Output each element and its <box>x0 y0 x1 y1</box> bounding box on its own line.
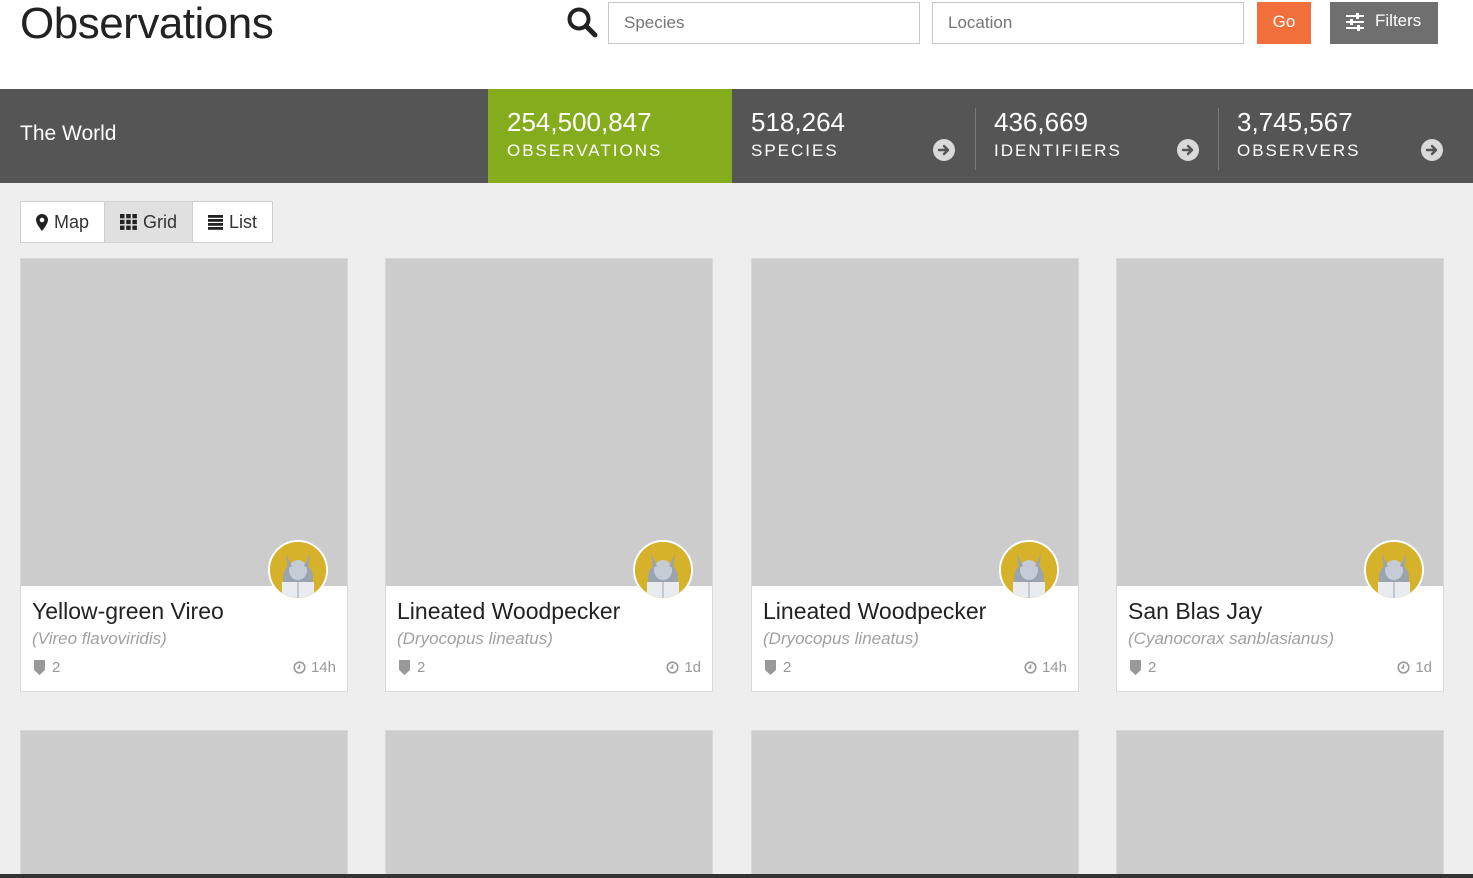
time-ago-value: 14h <box>1041 659 1067 676</box>
clock-icon <box>1024 661 1037 674</box>
avatar-image-icon <box>1366 542 1422 598</box>
stat-label: OBSERVERS <box>1237 141 1361 160</box>
common-name[interactable]: San Blas Jay <box>1128 598 1262 625</box>
observation-card[interactable] <box>1116 730 1444 878</box>
id-count-value: 2 <box>417 659 426 676</box>
stat-label: SPECIES <box>751 141 839 160</box>
clock-icon <box>293 661 306 674</box>
stat-observations[interactable]: 254,500,847 OBSERVATIONS <box>488 89 732 183</box>
clock-icon <box>666 661 679 674</box>
id-count-value: 2 <box>52 659 61 676</box>
common-name[interactable]: Lineated Woodpecker <box>397 598 620 625</box>
observer-avatar[interactable] <box>268 540 328 600</box>
observer-avatar[interactable] <box>633 540 693 600</box>
time-ago: 1d <box>666 659 701 676</box>
observer-avatar[interactable] <box>1364 540 1424 600</box>
window-bottom-edge <box>0 874 1473 878</box>
list-view-label: List <box>229 211 258 232</box>
grid-icon <box>120 214 137 230</box>
stat-value: 3,745,567 <box>1237 107 1353 137</box>
observation-photo[interactable] <box>752 731 1078 877</box>
identification-count: 2 <box>399 659 425 676</box>
stat-value: 254,500,847 <box>507 107 652 137</box>
observation-photo[interactable] <box>386 259 712 586</box>
filters-label: Filters <box>1375 11 1422 30</box>
avatar-image-icon <box>635 542 691 598</box>
map-view-label: Map <box>54 211 90 232</box>
arrow-right-icon[interactable] <box>933 139 955 161</box>
time-ago-value: 14h <box>310 659 336 676</box>
observation-photo[interactable] <box>752 259 1078 586</box>
scientific-name: (Dryocopus lineatus) <box>763 629 919 648</box>
sliders-icon <box>1346 13 1364 31</box>
tag-icon <box>765 660 776 675</box>
tag-icon <box>399 660 410 675</box>
observation-photo[interactable] <box>21 259 347 586</box>
map-marker-icon <box>36 213 48 231</box>
stat-value: 436,669 <box>994 107 1088 137</box>
list-view-button[interactable]: List <box>193 202 272 242</box>
search-icon[interactable] <box>566 6 598 38</box>
list-icon <box>208 214 224 230</box>
id-count-value: 2 <box>1148 659 1157 676</box>
clock-icon <box>1397 661 1410 674</box>
scientific-name: (Vireo flavoviridis) <box>32 629 167 648</box>
observation-card[interactable]: Lineated Woodpecker (Dryocopus lineatus)… <box>751 258 1079 692</box>
stat-label: IDENTIFIERS <box>994 141 1122 160</box>
stat-value: 518,264 <box>751 107 845 137</box>
avatar-image-icon <box>270 542 326 598</box>
species-input[interactable] <box>608 2 920 44</box>
stat-divider <box>1218 108 1219 170</box>
common-name[interactable]: Yellow-green Vireo <box>32 598 224 625</box>
stat-identifiers[interactable]: 436,669 IDENTIFIERS <box>975 89 1219 183</box>
view-toggle: Map Grid List <box>20 201 274 243</box>
observation-photo[interactable] <box>21 731 347 877</box>
identification-count: 2 <box>34 659 60 676</box>
observation-card[interactable] <box>751 730 1079 878</box>
place-name: The World <box>20 122 117 145</box>
observer-avatar[interactable] <box>999 540 1059 600</box>
arrow-right-icon[interactable] <box>1177 139 1199 161</box>
location-input[interactable] <box>932 2 1244 44</box>
time-ago: 14h <box>1024 659 1067 676</box>
map-view-button[interactable]: Map <box>21 202 106 242</box>
common-name[interactable]: Lineated Woodpecker <box>763 598 986 625</box>
page-header: Observations Go Filters <box>0 0 1473 89</box>
stat-observers[interactable]: 3,745,567 OBSERVERS <box>1218 89 1473 183</box>
grid-view-label: Grid <box>143 211 178 232</box>
arrow-right-icon[interactable] <box>1421 139 1443 161</box>
scientific-name: (Dryocopus lineatus) <box>397 629 553 648</box>
go-button[interactable]: Go <box>1257 2 1311 44</box>
id-count-value: 2 <box>783 659 792 676</box>
stat-divider <box>975 108 976 170</box>
avatar-image-icon <box>1001 542 1057 598</box>
observation-photo[interactable] <box>1117 259 1443 586</box>
observation-photo[interactable] <box>386 731 712 877</box>
stat-label: OBSERVATIONS <box>507 141 663 160</box>
stat-species[interactable]: 518,264 SPECIES <box>732 89 976 183</box>
identification-count: 2 <box>1130 659 1156 676</box>
observation-card[interactable] <box>20 730 348 878</box>
observation-card[interactable]: Yellow-green Vireo (Vireo flavoviridis) … <box>20 258 348 692</box>
time-ago: 14h <box>293 659 336 676</box>
time-ago: 1d <box>1397 659 1432 676</box>
observation-photo[interactable] <box>1117 731 1443 877</box>
filters-button[interactable]: Filters <box>1330 2 1438 44</box>
tag-icon <box>34 660 45 675</box>
identification-count: 2 <box>765 659 791 676</box>
time-ago-value: 1d <box>1415 659 1432 676</box>
observation-card[interactable]: Lineated Woodpecker (Dryocopus lineatus)… <box>385 258 713 692</box>
stats-bar: The World 254,500,847 OBSERVATIONS 518,2… <box>0 89 1473 183</box>
time-ago-value: 1d <box>684 659 701 676</box>
observation-card[interactable] <box>385 730 713 878</box>
tag-icon <box>1130 660 1141 675</box>
observation-card[interactable]: San Blas Jay (Cyanocorax sanblasianus) 2… <box>1116 258 1444 692</box>
grid-view-button[interactable]: Grid <box>105 202 194 242</box>
scientific-name: (Cyanocorax sanblasianus) <box>1128 629 1334 648</box>
page-title: Observations <box>20 0 274 48</box>
